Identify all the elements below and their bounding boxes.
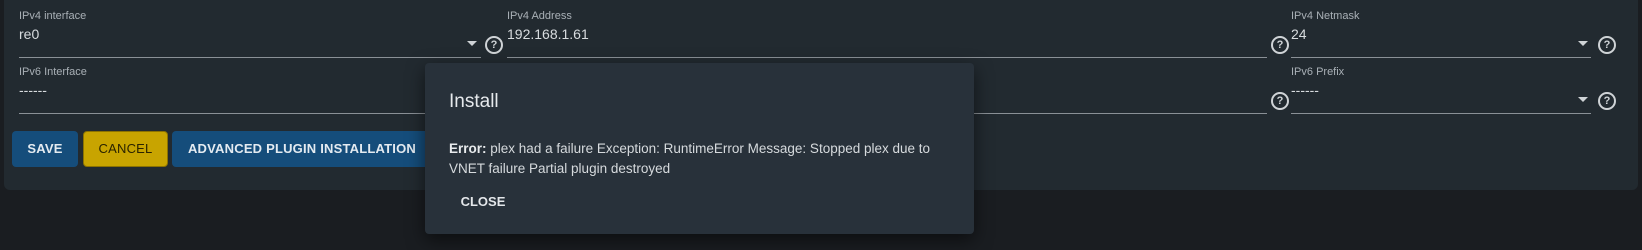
ipv4-netmask-select[interactable]: IPv4 Netmask 24 [1291,10,1591,60]
cancel-button[interactable]: CANCEL [83,131,168,167]
dialog-message: Error: plex had a failure Exception: Run… [449,139,954,179]
help-icon[interactable]: ? [485,36,503,54]
chevron-down-icon[interactable] [1578,41,1588,46]
save-button[interactable]: SAVE [12,131,78,167]
chevron-down-icon[interactable] [467,41,477,46]
ipv4-interface-label: IPv4 interface [19,10,87,22]
field-underline [1291,57,1591,58]
chevron-down-icon[interactable] [1578,97,1588,102]
ipv6-prefix-select[interactable]: IPv6 Prefix ------ [1291,66,1591,116]
dialog-title: Install [449,91,499,112]
help-icon[interactable]: ? [1271,92,1289,110]
error-label: Error: [449,141,487,156]
ipv4-interface-value: re0 [19,26,40,42]
field-underline [19,113,481,114]
ipv6-prefix-label: IPv6 Prefix [1291,66,1345,78]
ipv6-prefix-value: ------ [1291,82,1319,98]
field-underline [19,57,481,58]
ipv4-address-value: 192.168.1.61 [507,26,589,42]
ipv6-interface-label: IPv6 Interface [19,66,87,78]
ipv6-interface-select[interactable]: IPv6 Interface ------ [19,66,494,116]
ipv4-address-field[interactable]: IPv4 Address 192.168.1.61 [507,10,1267,60]
ipv4-address-label: IPv4 Address [507,10,572,22]
ipv4-netmask-label: IPv4 Netmask [1291,10,1360,22]
ipv4-netmask-value: 24 [1291,26,1307,42]
ipv4-interface-select[interactable]: IPv4 interface re0 [19,10,494,60]
install-error-dialog: Install Error: plex had a failure Except… [425,63,974,234]
close-button[interactable]: CLOSE [449,185,517,219]
help-icon[interactable]: ? [1598,36,1616,54]
error-text: plex had a failure Exception: RuntimeErr… [449,141,931,176]
field-underline [1291,113,1591,114]
help-icon[interactable]: ? [1598,92,1616,110]
ipv6-interface-value: ------ [19,82,47,98]
field-underline [507,57,1267,58]
advanced-plugin-installation-button[interactable]: ADVANCED PLUGIN INSTALLATION [172,131,432,167]
help-icon[interactable]: ? [1271,36,1289,54]
